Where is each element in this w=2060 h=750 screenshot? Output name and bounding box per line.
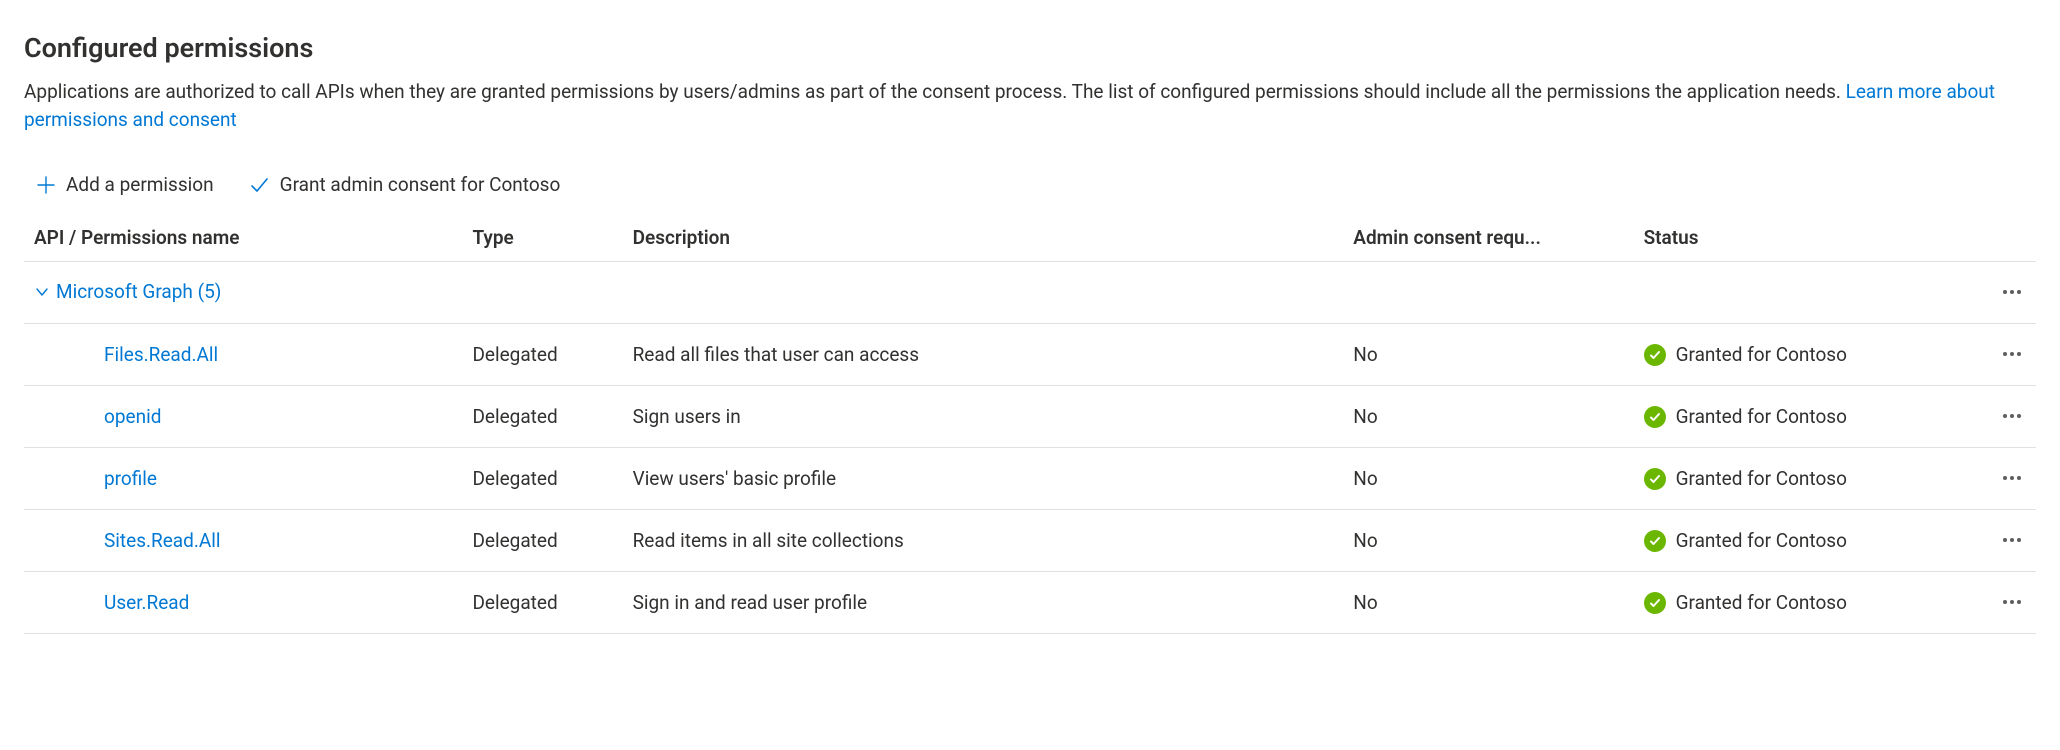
permission-type: Delegated [464,386,624,448]
permission-description: Read all files that user can access [625,324,1346,386]
column-header-type[interactable]: Type [464,216,624,262]
permission-name-link[interactable]: openid [104,405,161,428]
row-more-button[interactable] [1996,338,2028,370]
page-intro: Applications are authorized to call APIs… [24,78,2024,133]
page-title: Configured permissions [24,32,2036,64]
permission-admin-consent: No [1345,510,1635,572]
row-more-button[interactable] [1996,462,2028,494]
column-header-api[interactable]: API / Permissions name [24,216,464,262]
check-icon [248,174,270,196]
table-row: profile Delegated View users' basic prof… [24,448,2036,510]
grant-consent-button[interactable]: Grant admin consent for Contoso [244,169,565,200]
table-row: Files.Read.All Delegated Read all files … [24,324,2036,386]
column-header-status[interactable]: Status [1636,216,1976,262]
api-group-toggle[interactable]: Microsoft Graph (5) [34,280,221,303]
row-more-button[interactable] [1996,524,2028,556]
permission-status: Granted for Contoso [1676,467,1847,490]
toolbar: Add a permission Grant admin consent for… [24,163,2036,216]
permission-status: Granted for Contoso [1676,405,1847,428]
permission-type: Delegated [464,510,624,572]
grant-consent-label: Grant admin consent for Contoso [280,173,561,196]
table-row: Sites.Read.All Delegated Read items in a… [24,510,2036,572]
column-header-admin-consent[interactable]: Admin consent requ... [1345,216,1635,262]
permission-name-link[interactable]: profile [104,467,157,490]
permission-type: Delegated [464,448,624,510]
permissions-table: API / Permissions name Type Description … [24,216,2036,634]
permission-description: Read items in all site collections [625,510,1346,572]
permission-status: Granted for Contoso [1676,529,1847,552]
column-header-description[interactable]: Description [625,216,1346,262]
permission-admin-consent: No [1345,386,1635,448]
api-group-name: Microsoft Graph (5) [56,280,221,303]
status-granted-icon [1644,530,1666,552]
row-more-button[interactable] [1996,400,2028,432]
api-group-row: Microsoft Graph (5) [24,262,2036,324]
permission-name-link[interactable]: User.Read [104,591,189,614]
add-permission-button[interactable]: Add a permission [32,169,218,200]
add-permission-label: Add a permission [66,173,214,196]
permission-admin-consent: No [1345,448,1635,510]
permission-name-link[interactable]: Sites.Read.All [104,529,221,552]
row-more-button[interactable] [1996,586,2028,618]
group-more-button[interactable] [1996,276,2028,308]
permission-name-link[interactable]: Files.Read.All [104,343,218,366]
permission-admin-consent: No [1345,572,1635,634]
table-header-row: API / Permissions name Type Description … [24,216,2036,262]
permission-admin-consent: No [1345,324,1635,386]
chevron-down-icon [34,284,50,300]
permission-description: Sign in and read user profile [625,572,1346,634]
column-header-actions [1976,216,2036,262]
table-row: User.Read Delegated Sign in and read use… [24,572,2036,634]
permission-type: Delegated [464,324,624,386]
permission-type: Delegated [464,572,624,634]
status-granted-icon [1644,406,1666,428]
status-granted-icon [1644,344,1666,366]
permission-description: Sign users in [625,386,1346,448]
table-row: openid Delegated Sign users in No Grante… [24,386,2036,448]
permission-description: View users' basic profile [625,448,1346,510]
permission-status: Granted for Contoso [1676,343,1847,366]
status-granted-icon [1644,592,1666,614]
plus-icon [36,175,56,195]
page-intro-text: Applications are authorized to call APIs… [24,80,1846,103]
status-granted-icon [1644,468,1666,490]
permission-status: Granted for Contoso [1676,591,1847,614]
